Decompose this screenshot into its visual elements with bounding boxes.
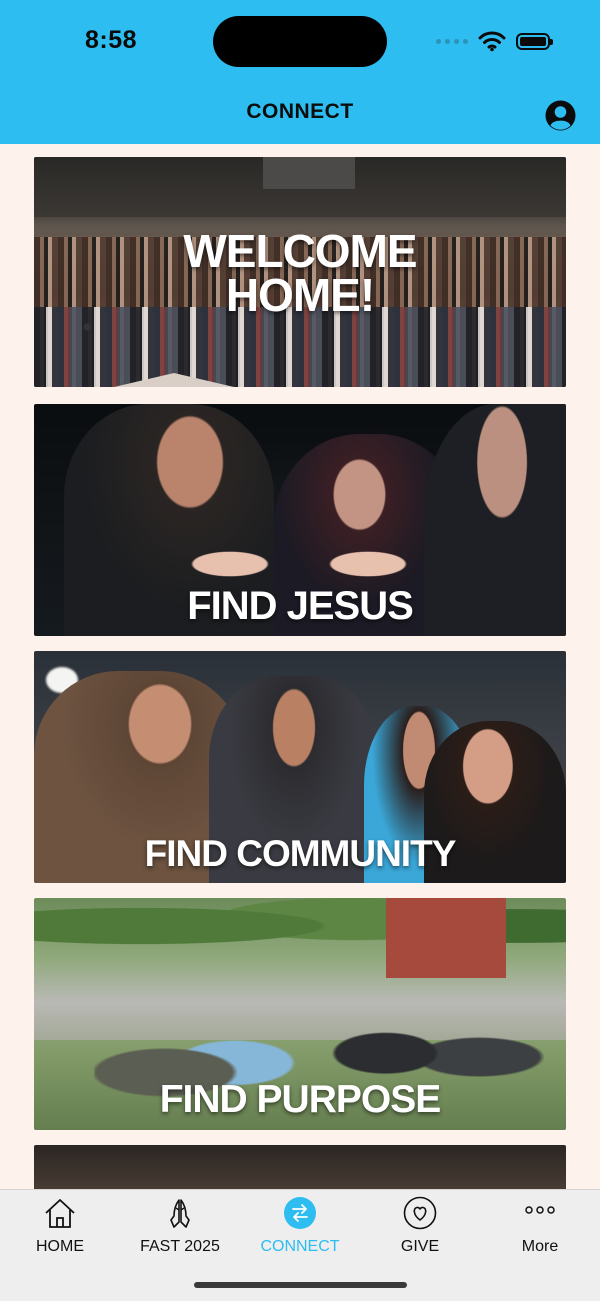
house-icon xyxy=(45,1199,75,1228)
find-jesus-card[interactable]: FIND JESUS xyxy=(34,404,566,636)
find-purpose-card[interactable]: FIND PURPOSE xyxy=(34,898,566,1130)
status-time: 8:58 xyxy=(85,26,138,54)
tab-connect[interactable]: CONNECT xyxy=(240,1190,360,1270)
profile-icon[interactable] xyxy=(544,99,577,132)
battery-icon xyxy=(516,32,553,50)
tab-give-label: GIVE xyxy=(400,1238,440,1255)
tab-home-label: HOME xyxy=(36,1238,84,1255)
tab-more[interactable]: More xyxy=(480,1190,600,1270)
find-community-card[interactable]: FIND COMMUNITY xyxy=(34,651,566,883)
heart-icon xyxy=(403,1196,437,1230)
tab-connect-label: CONNECT xyxy=(260,1238,340,1255)
find-purpose-title: FIND PURPOSE xyxy=(159,1078,442,1121)
page-title: CONNECT xyxy=(246,100,354,123)
find-community-title: FIND COMMUNITY xyxy=(144,833,457,874)
header: 8:58 CONNECT xyxy=(0,0,600,144)
status-icons xyxy=(436,28,553,54)
tab-home[interactable]: HOME xyxy=(0,1190,120,1270)
welcome-home-title-line1: WELCOME xyxy=(183,225,417,277)
swap-arrows-icon xyxy=(284,1197,316,1229)
welcome-home-title: WELCOME HOME! xyxy=(34,225,566,321)
wifi-icon xyxy=(478,31,506,52)
card-image-floor xyxy=(114,373,234,387)
welcome-home-title-line2: HOME! xyxy=(225,269,375,321)
welcome-home-card[interactable]: WELCOME HOME! xyxy=(34,157,566,387)
next-card[interactable] xyxy=(34,1145,566,1195)
card-image-screen xyxy=(263,157,355,189)
dynamic-island xyxy=(213,16,387,67)
find-jesus-title: FIND JESUS xyxy=(187,584,414,628)
tab-give[interactable]: GIVE xyxy=(360,1190,480,1270)
home-indicator[interactable] xyxy=(194,1282,407,1288)
tab-fast-2025[interactable]: FAST 2025 xyxy=(120,1190,240,1270)
praying-hands-icon xyxy=(170,1199,190,1228)
tab-fast-2025-label: FAST 2025 xyxy=(140,1238,220,1255)
ellipsis-icon xyxy=(525,1206,555,1214)
tab-more-label: More xyxy=(521,1238,559,1255)
cellular-signal-icon xyxy=(436,38,468,44)
